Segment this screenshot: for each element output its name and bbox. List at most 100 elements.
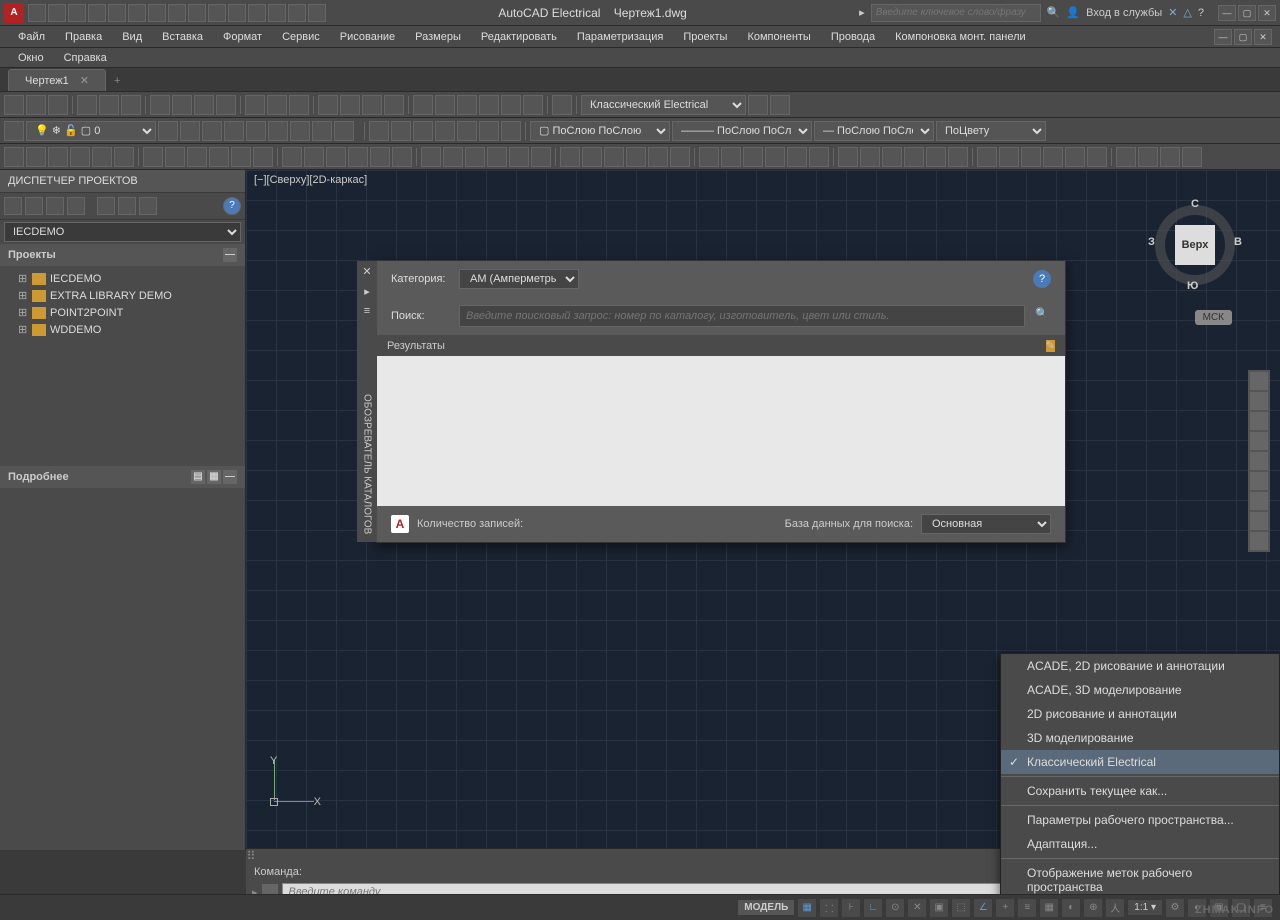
qat-open-icon[interactable]: [48, 4, 66, 22]
status-annomon-icon[interactable]: ⊕: [1084, 899, 1102, 917]
workspace-dropdown[interactable]: Классический Electrical: [581, 95, 746, 115]
tb-l7[interactable]: [312, 121, 332, 141]
tb-elec-26[interactable]: [604, 147, 624, 167]
tb-elec-13[interactable]: [304, 147, 324, 167]
tb-p3[interactable]: [413, 121, 433, 141]
tb-elec-5[interactable]: [114, 147, 134, 167]
viewcube-west[interactable]: З: [1148, 236, 1155, 248]
tb-l1[interactable]: [180, 121, 200, 141]
tb-elec-35[interactable]: [809, 147, 829, 167]
sb-help-icon[interactable]: ?: [223, 197, 241, 215]
qat-btn14[interactable]: [288, 4, 306, 22]
binoculars-icon[interactable]: 🔍: [1047, 6, 1061, 19]
tb-block-icon[interactable]: [245, 95, 265, 115]
tb-elec-36[interactable]: [838, 147, 858, 167]
tb-ws-save-icon[interactable]: [770, 95, 790, 115]
detail-collapse-icon[interactable]: —: [223, 470, 237, 484]
panel-collapse-icon[interactable]: —: [223, 248, 237, 262]
tb-layerstate-icon[interactable]: [158, 121, 178, 141]
menu-insert[interactable]: Вставка: [152, 28, 213, 46]
status-3dosnap-icon[interactable]: ⬚: [952, 899, 970, 917]
menu-panel[interactable]: Компоновка монт. панели: [885, 28, 1036, 46]
menu-draw[interactable]: Рисование: [330, 28, 405, 46]
help-icon[interactable]: ?: [1198, 7, 1204, 19]
qat-btn13[interactable]: [268, 4, 286, 22]
tb-zoomprev-icon[interactable]: [362, 95, 382, 115]
signin-label[interactable]: Вход в службы: [1086, 7, 1162, 19]
search-icon[interactable]: 🔍: [1033, 307, 1051, 325]
maximize-button[interactable]: ▢: [1238, 5, 1256, 21]
tb-elec-0[interactable]: [4, 147, 24, 167]
tb-p1[interactable]: [369, 121, 389, 141]
nav-wheel-icon[interactable]: [1250, 372, 1268, 390]
tb-elec-9[interactable]: [209, 147, 229, 167]
tb-p6[interactable]: [479, 121, 499, 141]
layer-dropdown[interactable]: 💡 ❄ 🔓 ▢ 0: [26, 121, 156, 141]
tb-l2[interactable]: [202, 121, 222, 141]
sb-btn7[interactable]: [139, 197, 157, 215]
tb-elec-27[interactable]: [626, 147, 646, 167]
plotstyle-dropdown[interactable]: ПоЦвету: [936, 121, 1046, 141]
menu-parametric[interactable]: Параметризация: [567, 28, 673, 46]
status-infer-icon[interactable]: ⊦: [842, 899, 860, 917]
tb-elec-50[interactable]: [1160, 147, 1180, 167]
tb-l5[interactable]: [268, 121, 288, 141]
tb-p7[interactable]: [501, 121, 521, 141]
tb-elec-40[interactable]: [926, 147, 946, 167]
status-otrack-icon[interactable]: ∠: [974, 899, 992, 917]
tb-elec-21[interactable]: [487, 147, 507, 167]
ctx-2d-draft[interactable]: 2D рисование и аннотации: [1001, 702, 1279, 726]
tb-elec-31[interactable]: [721, 147, 741, 167]
infocenter-search-input[interactable]: [871, 4, 1041, 22]
nav-zoom-icon[interactable]: [1250, 412, 1268, 430]
status-trans-icon[interactable]: ▦: [1040, 899, 1058, 917]
tree-item-p2p[interactable]: ⊞POINT2POINT: [4, 304, 241, 321]
tb-l8[interactable]: [334, 121, 354, 141]
qat-save-icon[interactable]: [68, 4, 86, 22]
close-button[interactable]: ✕: [1258, 5, 1276, 21]
tb-open-icon[interactable]: [26, 95, 46, 115]
tb-preview-icon[interactable]: [99, 95, 119, 115]
nav-showmotion-icon[interactable]: [1250, 452, 1268, 470]
tb-l3[interactable]: [224, 121, 244, 141]
sb-btn3[interactable]: [46, 197, 64, 215]
tb-redo-icon[interactable]: [289, 95, 309, 115]
tb-elec-15[interactable]: [348, 147, 368, 167]
tb-elec-1[interactable]: [26, 147, 46, 167]
dialog-close-icon[interactable]: ✕: [360, 265, 374, 279]
ctx-acade-3d[interactable]: ACADE, 3D моделирование: [1001, 678, 1279, 702]
tb-quickcalc-icon[interactable]: [523, 95, 543, 115]
tb-elec-4[interactable]: [92, 147, 112, 167]
ucs-msk-button[interactable]: МСК: [1195, 310, 1232, 325]
tb-elec-32[interactable]: [743, 147, 763, 167]
tb-publish-icon[interactable]: [121, 95, 141, 115]
tb-elec-23[interactable]: [531, 147, 551, 167]
status-annoscale-icon[interactable]: 人: [1106, 899, 1124, 917]
tree-item-iecdemo[interactable]: ⊞IECDEMO: [4, 270, 241, 287]
ctx-ws-settings[interactable]: Параметры рабочего пространства...: [1001, 808, 1279, 832]
menu-modify[interactable]: Редактировать: [471, 28, 567, 46]
qat-chevron-down-icon[interactable]: [308, 4, 326, 22]
close-tab-icon[interactable]: ✕: [80, 75, 89, 87]
tb-sheetset-icon[interactable]: [479, 95, 499, 115]
linetype-dropdown[interactable]: ——— ПоСлою ПоСлою: [672, 121, 812, 141]
doc-tab-1[interactable]: Чертеж1 ✕: [8, 69, 106, 91]
menu-tools[interactable]: Сервис: [272, 28, 330, 46]
status-model-button[interactable]: МОДЕЛЬ: [738, 900, 794, 915]
tb-elec-47[interactable]: [1087, 147, 1107, 167]
tb-elec-8[interactable]: [187, 147, 207, 167]
dialog-help-icon[interactable]: ?: [1033, 270, 1051, 288]
detail-view1-icon[interactable]: ▤: [191, 470, 205, 484]
tb-elec-30[interactable]: [699, 147, 719, 167]
tb-elec-19[interactable]: [443, 147, 463, 167]
tb-l4[interactable]: [246, 121, 266, 141]
tb-undo-icon[interactable]: [267, 95, 287, 115]
qat-new-icon[interactable]: [28, 4, 46, 22]
ctx-classic-electrical[interactable]: Классический Electrical: [1001, 750, 1279, 774]
tb-paste-icon[interactable]: [194, 95, 214, 115]
viewcube-north[interactable]: С: [1191, 198, 1199, 210]
color-dropdown[interactable]: ▢ ПоСлою ПоСлою: [530, 121, 670, 141]
tb-elec-6[interactable]: [143, 147, 163, 167]
sb-btn6[interactable]: [118, 197, 136, 215]
results-list[interactable]: [377, 356, 1065, 506]
